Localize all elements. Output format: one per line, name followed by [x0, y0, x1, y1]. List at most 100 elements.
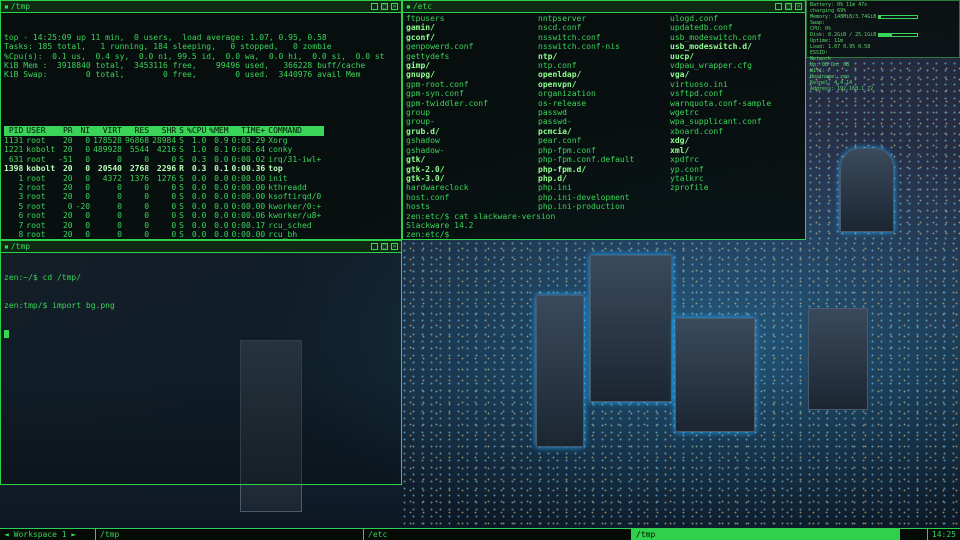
close-icon[interactable]: ×	[391, 3, 398, 10]
minimize-icon[interactable]: _	[371, 3, 378, 10]
column-header[interactable]: COMMAND	[268, 126, 324, 135]
process-row: 1 root 20 0 4372 1376 1276 S 0.0 0.0 0:00.00 init	[4, 174, 324, 183]
process-cell: 8	[18, 229, 24, 239]
taskbar: ◄ Workspace 1 ► /tmp /etc /tmp 14:25	[0, 528, 960, 540]
process-cell: 0.0	[214, 211, 229, 221]
maximize-icon[interactable]: □	[381, 243, 388, 250]
process-cell: root	[26, 154, 46, 164]
directory-entry: vga/	[670, 70, 690, 80]
column-header[interactable]: SHR	[152, 126, 179, 135]
column-header[interactable]: %MEM	[209, 126, 231, 135]
process-cell: 0	[144, 229, 150, 239]
taskbar-item[interactable]: /etc	[364, 529, 632, 540]
column-header[interactable]: RES	[125, 126, 152, 135]
file-entry: php.ini-production	[538, 202, 625, 212]
column-header[interactable]: PID	[4, 126, 26, 135]
process-cell: root	[26, 229, 46, 239]
close-icon[interactable]: ×	[391, 243, 398, 250]
file-entry: nsswitch.conf	[538, 32, 601, 42]
process-cell: 5544	[129, 145, 150, 155]
process-cell: 1376	[129, 173, 150, 183]
process-cell: 0	[117, 182, 122, 192]
file-entry: organization	[538, 89, 596, 99]
process-cell: 0.0	[191, 182, 207, 192]
column-header[interactable]: PR	[58, 126, 75, 135]
process-cell: S	[179, 229, 184, 239]
titlebar[interactable]: ▪ /tmp _ □ ×	[1, 241, 401, 253]
minimize-icon[interactable]: _	[371, 243, 378, 250]
shell-line: zen:etc/$ cat slackware-version	[406, 211, 556, 221]
taskbar-item[interactable]: /tmp	[632, 529, 900, 540]
maximize-icon[interactable]: □	[785, 3, 792, 10]
terminal-shell[interactable]: ▪ /tmp _ □ × zen:~/$ cd /tmp/ zen:tmp/$ …	[0, 240, 402, 485]
column-header[interactable]: %CPU	[187, 126, 209, 135]
taskbar-item[interactable]: /tmp	[96, 529, 364, 540]
process-cell: 6	[18, 211, 24, 221]
process-cell: 0:03.29	[231, 135, 266, 145]
file-entry: gpm-twiddler.conf	[406, 98, 488, 108]
top-summary-line: KiB Mem : 3918840 total, 3453116 free, 9…	[4, 61, 366, 71]
minimize-icon[interactable]: _	[775, 3, 782, 10]
column-header[interactable]: NI	[76, 126, 93, 135]
process-cell: 0	[85, 145, 91, 155]
process-row: 1221 kobolt 20 0 489928 5544 4216 S 1.0 0.1 0:00.6…	[4, 145, 324, 154]
column-header[interactable]: VIRT	[93, 126, 125, 135]
directory-entry: gtk/	[406, 155, 426, 165]
column-header[interactable]: TIME+	[232, 126, 269, 135]
process-cell: S	[179, 173, 184, 183]
process-cell: 0	[67, 201, 73, 211]
process-cell: 0:00.00	[231, 173, 266, 183]
file-entry: pear.conf	[538, 136, 582, 146]
process-cell: 0:00.64	[231, 145, 266, 155]
process-cell: 0.0	[191, 201, 207, 211]
process-cell: 0	[85, 192, 91, 202]
process-cell: 20540	[97, 164, 122, 174]
process-row: 2 root 20 0 0 0 0 S 0.0 0.0 0:00.00 kthreadd	[4, 183, 324, 192]
process-cell: 0	[144, 201, 150, 211]
process-cell: 0	[144, 154, 150, 164]
process-cell: 2296	[156, 164, 177, 174]
shell-output[interactable]: zen:~/$ cd /tmp/ zen:tmp/$ import bg.png	[1, 253, 401, 358]
process-cell: 0.3	[191, 154, 207, 164]
process-cell: 20	[62, 173, 73, 183]
file-entry: host.conf	[406, 192, 450, 202]
process-cell: S	[179, 220, 184, 230]
skyscraper	[675, 318, 755, 432]
process-cell: 0	[171, 229, 177, 239]
file-entry: gshadow	[406, 136, 440, 146]
file-entry: php.ini	[538, 183, 572, 193]
terminal-etc[interactable]: ▪ /etc _ □ × ftpusers gamin/gconf/genpowe…	[402, 0, 806, 240]
process-cell: 1.0	[191, 135, 207, 145]
directory-entry: gconf/	[406, 32, 435, 42]
file-entry: yp.conf	[670, 164, 704, 174]
file-entry: ytalkrc	[670, 173, 704, 183]
process-cell: rcu_bh	[268, 229, 298, 239]
ls-column: ftpusers gamin/gconf/genpowerd.conf gettyd…	[406, 14, 538, 212]
process-cell: 0.0	[214, 154, 229, 164]
file-entry: usb_modeswitch.conf	[670, 32, 762, 42]
directory-entry: xdg/	[670, 136, 690, 146]
process-cell: S	[179, 192, 184, 202]
process-cell: 20	[62, 164, 73, 174]
process-cell: 0	[85, 173, 91, 183]
titlebar[interactable]: ▪ /tmp _ □ ×	[1, 1, 401, 13]
column-header[interactable]: USER	[26, 126, 58, 135]
process-cell: kthreadd	[268, 182, 307, 192]
process-cell: irq/31-iwl+	[268, 154, 322, 164]
process-cell: 0:00.17	[231, 220, 266, 230]
file-entry: virtuoso.ini	[670, 79, 728, 89]
close-icon[interactable]: ×	[795, 3, 802, 10]
maximize-icon[interactable]: □	[381, 3, 388, 10]
process-cell: 0	[85, 154, 91, 164]
column-header[interactable]: S	[179, 126, 187, 135]
titlebar[interactable]: ▪ /etc _ □ ×	[403, 1, 805, 13]
workspace-switcher[interactable]: ◄ Workspace 1 ►	[0, 529, 96, 540]
terminal-top[interactable]: ▪ /tmp _ □ × top - 14:25:09 up 11 min, 0…	[0, 0, 402, 240]
process-cell: kworker/0:+	[268, 201, 322, 211]
file-entry: nsswitch.conf-nis	[538, 42, 620, 52]
process-cell: 1.0	[191, 145, 207, 155]
process-cell: 0.0	[214, 182, 229, 192]
skyscraper	[808, 308, 868, 410]
process-cell: 0.0	[191, 229, 207, 239]
process-cell: -20	[75, 201, 91, 211]
